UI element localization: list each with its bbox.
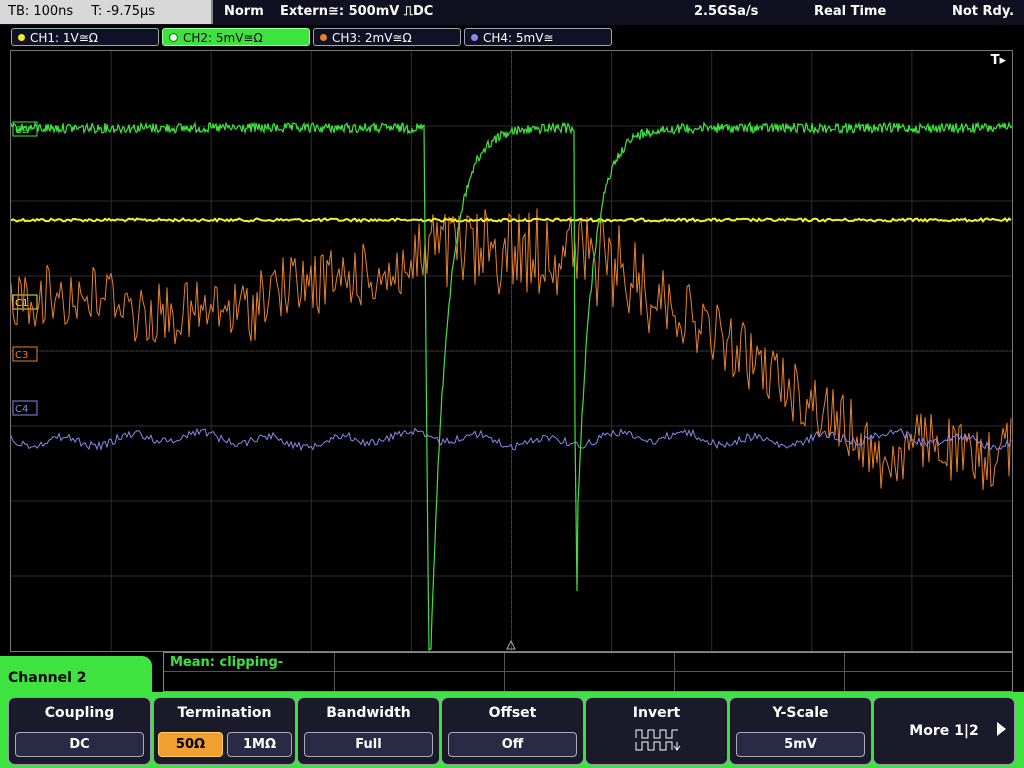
ch4-label: CH4: 5mV≅ <box>483 31 554 45</box>
termination-softkey[interactable]: Termination 50Ω 1MΩ <box>153 697 296 765</box>
offset-title: Offset <box>488 705 537 721</box>
measurement-divider <box>334 653 335 691</box>
measurement-divider <box>674 653 675 691</box>
measurement-divider <box>504 653 505 691</box>
ch2-label: CH2: 5mV≅Ω <box>183 31 263 45</box>
tab-ch2[interactable]: CH2: 5mV≅Ω <box>162 28 310 46</box>
trigger-source[interactable]: Extern≅: 500mV ⎍DC <box>280 0 433 24</box>
measurement-panel: Mean: clipping- <box>163 652 1013 692</box>
trigger-marker: T▸ <box>990 53 1006 68</box>
invert-waveform-icon <box>635 729 681 751</box>
acquisition-mode: Real Time <box>814 4 887 19</box>
ch3-marker[interactable]: C3 <box>12 346 38 362</box>
ch4-marker[interactable]: C4 <box>12 400 38 416</box>
more-label: More 1|2 <box>909 723 979 739</box>
ch3-marker-label: C3 <box>15 350 28 361</box>
termination-1-megohm[interactable]: 1MΩ <box>227 732 292 757</box>
ch3-dot-icon <box>320 34 327 41</box>
offset-softkey[interactable]: Offset Off <box>441 697 584 765</box>
timebase-box[interactable]: TB: 100ns T: -9.75µs <box>0 0 213 24</box>
ch3-label: CH3: 2mV≅Ω <box>332 31 412 45</box>
waveform-canvas: C1 C2 C3 C4 <box>11 51 1012 651</box>
ch1-dot-icon <box>18 34 25 41</box>
termination-title: Termination <box>177 705 272 721</box>
graticule <box>11 51 1012 651</box>
yscale-title: Y-Scale <box>772 705 829 721</box>
ready-state: Not Rdy. <box>952 4 1015 19</box>
next-page-arrow-icon <box>997 722 1006 736</box>
bandwidth-title: Bandwidth <box>326 705 411 721</box>
invert-softkey[interactable]: Invert <box>585 697 728 765</box>
yscale-softkey[interactable]: Y-Scale 5mV <box>729 697 872 765</box>
bandwidth-softkey[interactable]: Bandwidth Full <box>297 697 440 765</box>
more-softkey[interactable]: More 1|2 <box>873 697 1015 765</box>
yscale-value[interactable]: 5mV <box>736 732 865 757</box>
tab-ch4[interactable]: CH4: 5mV≅ <box>464 28 612 46</box>
ch2-dot-icon <box>169 33 178 42</box>
coupling-value[interactable]: DC <box>15 732 144 757</box>
trigger-mode[interactable]: Norm <box>224 0 264 24</box>
tab-ch3[interactable]: CH3: 2mV≅Ω <box>313 28 461 46</box>
channel-tabs: CH1: 1V≅Ω CH2: 5mV≅Ω CH3: 2mV≅Ω CH4: 5mV… <box>0 26 1024 48</box>
coupling-title: Coupling <box>44 705 115 721</box>
termination-50-ohm[interactable]: 50Ω <box>158 732 223 757</box>
invert-title: Invert <box>632 705 681 721</box>
ch1-marker[interactable]: C1 <box>12 294 38 310</box>
tab-ch1[interactable]: CH1: 1V≅Ω <box>11 28 159 46</box>
timebase-value: TB: 100ns <box>8 4 74 19</box>
ch1-label: CH1: 1V≅Ω <box>30 31 98 45</box>
status-bar: TB: 100ns T: -9.75µs Norm Extern≅: 500mV… <box>0 0 1024 25</box>
ch4-dot-icon <box>471 34 478 41</box>
waveform-display[interactable]: C1 C2 C3 C4 T▸ <box>10 50 1013 652</box>
coupling-softkey[interactable]: Coupling DC <box>8 697 151 765</box>
sample-rate: 2.5GSa/s <box>694 4 759 19</box>
measurement-divider <box>164 671 1012 672</box>
trigger-time-value: T: -9.75µs <box>91 4 156 19</box>
ch4-marker-label: C4 <box>15 404 28 415</box>
measurement-mean: Mean: clipping- <box>170 655 284 670</box>
measurement-divider <box>844 653 845 691</box>
offset-value[interactable]: Off <box>448 732 577 757</box>
bandwidth-value[interactable]: Full <box>304 732 433 757</box>
